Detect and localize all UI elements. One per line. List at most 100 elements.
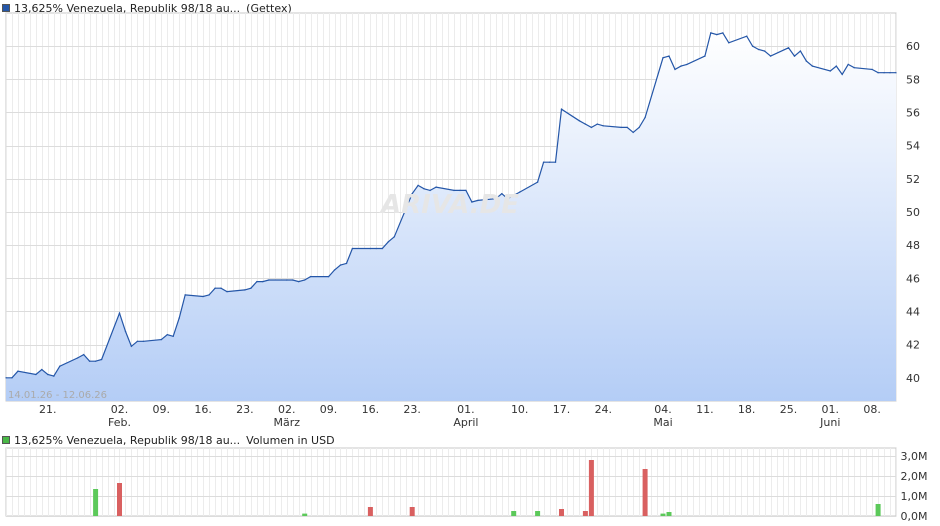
price-y-tick-label: 44 bbox=[906, 305, 920, 318]
volume-plot-frame bbox=[5, 447, 897, 517]
price-y-tick-label: 56 bbox=[906, 106, 920, 119]
price-point bbox=[829, 70, 832, 72]
volume-bar bbox=[875, 504, 881, 516]
price-point bbox=[662, 57, 664, 59]
price-point bbox=[704, 55, 706, 57]
volume-y-tick-label: 0,0M bbox=[901, 510, 928, 523]
price-point bbox=[172, 335, 174, 338]
volume-bar bbox=[535, 511, 541, 516]
price-point bbox=[417, 184, 419, 187]
price-point bbox=[244, 289, 246, 291]
price-point bbox=[560, 108, 563, 110]
x-tick-day-label: 09. bbox=[320, 403, 338, 416]
volume-bar bbox=[559, 509, 564, 516]
price-y-axis: 40 42 44 46 48 50 52 54 56 58 60 bbox=[906, 40, 920, 385]
price-point bbox=[303, 279, 306, 281]
x-tick-day-label: 16. bbox=[362, 403, 380, 416]
price-point bbox=[793, 55, 796, 57]
price-y-tick-label: 40 bbox=[906, 372, 920, 385]
price-point bbox=[100, 358, 103, 361]
x-tick-day-label: 21. bbox=[39, 403, 57, 416]
x-tick-day-label: 04. bbox=[654, 403, 672, 416]
date-x-axis: 21. 02.Feb.09. 16. 23. 02.März09. 16. 23. 01.Ap… bbox=[39, 403, 881, 429]
price-point bbox=[751, 45, 754, 47]
price-point bbox=[883, 71, 885, 74]
price-point bbox=[160, 338, 163, 341]
price-point bbox=[554, 161, 557, 163]
date-range-label: 14.01.26 - 12.06.26 bbox=[8, 390, 107, 401]
price-point bbox=[763, 50, 766, 52]
price-y-tick-label: 54 bbox=[906, 140, 920, 153]
price-point bbox=[393, 236, 396, 238]
price-point bbox=[686, 63, 688, 66]
price-point bbox=[351, 247, 354, 250]
x-tick-day-label: 24. bbox=[595, 403, 613, 416]
x-tick-day-label: 25. bbox=[780, 403, 798, 416]
price-point bbox=[59, 365, 61, 368]
x-tick-day-label: 16. bbox=[194, 403, 212, 416]
x-tick-day-label: 08. bbox=[863, 403, 881, 416]
volume-grid bbox=[5, 447, 897, 517]
price-point bbox=[769, 55, 772, 57]
volume-bar bbox=[117, 483, 122, 516]
price-y-tick-label: 46 bbox=[906, 272, 920, 285]
price-y-tick-label: 50 bbox=[906, 206, 920, 219]
price-point bbox=[847, 63, 849, 66]
x-tick-day-label: 18. bbox=[738, 403, 756, 416]
price-point bbox=[381, 247, 384, 250]
price-point bbox=[226, 290, 228, 293]
volume-bar bbox=[511, 511, 517, 516]
price-point bbox=[53, 375, 55, 377]
price-point bbox=[578, 120, 581, 122]
price-point bbox=[518, 191, 521, 193]
price-point bbox=[620, 126, 622, 129]
price-point bbox=[202, 295, 204, 298]
price-point bbox=[877, 71, 879, 74]
price-point bbox=[728, 42, 730, 44]
price-point bbox=[889, 71, 891, 74]
price-point bbox=[584, 123, 587, 125]
x-tick-day-label: 02. bbox=[278, 403, 296, 416]
volume-bar bbox=[93, 489, 99, 516]
price-point bbox=[632, 131, 634, 134]
price-point bbox=[895, 71, 897, 74]
price-volume-chart: ARIVA.DE 14.01.26 - 12.06.26 40 42 44 46 48 5… bbox=[5, 12, 928, 523]
volume-bar bbox=[660, 513, 666, 516]
price-point bbox=[435, 186, 437, 188]
price-point bbox=[745, 35, 748, 37]
x-tick-day-label: 01. bbox=[822, 403, 840, 416]
price-point bbox=[638, 126, 640, 129]
price-y-tick-label: 60 bbox=[906, 40, 920, 53]
price-point bbox=[208, 294, 210, 296]
price-point bbox=[262, 280, 264, 283]
price-point bbox=[82, 353, 85, 356]
x-tick-day-label: 23. bbox=[403, 403, 421, 416]
price-point bbox=[136, 340, 139, 343]
x-tick-month-label: April bbox=[453, 416, 478, 429]
price-point bbox=[268, 279, 270, 281]
price-y-tick-label: 48 bbox=[906, 239, 920, 252]
x-tick-day-label: 01. bbox=[457, 403, 475, 416]
price-point bbox=[835, 65, 838, 67]
price-point bbox=[76, 357, 79, 359]
price-point bbox=[11, 377, 13, 379]
price-point bbox=[799, 50, 802, 52]
price-point bbox=[668, 55, 670, 57]
price-point bbox=[166, 333, 169, 336]
price-point bbox=[674, 68, 676, 71]
price-point bbox=[35, 373, 37, 376]
price-point bbox=[47, 373, 49, 376]
price-point bbox=[853, 66, 855, 69]
volume-bar bbox=[367, 507, 373, 516]
x-tick-day-label: 02. bbox=[111, 403, 129, 416]
price-point bbox=[716, 33, 718, 36]
price-point bbox=[387, 241, 390, 243]
volume-y-tick-label: 1,0M bbox=[901, 490, 928, 503]
price-point bbox=[297, 280, 300, 283]
price-point bbox=[285, 279, 288, 281]
volume-bar bbox=[409, 507, 415, 516]
price-point bbox=[339, 264, 342, 266]
price-point bbox=[5, 377, 7, 379]
price-point bbox=[542, 161, 545, 163]
price-point bbox=[787, 47, 790, 49]
